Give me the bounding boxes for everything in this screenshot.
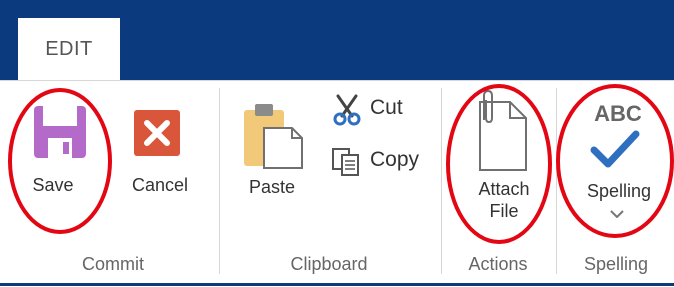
copy-label: Copy — [370, 148, 420, 171]
spelling-button[interactable]: ABC Spelling — [566, 90, 670, 240]
copy-button[interactable]: Copy — [326, 146, 430, 180]
cancel-icon — [134, 110, 180, 156]
group-separator — [556, 88, 557, 274]
attach-file-button[interactable]: Attach File — [454, 90, 550, 240]
attach-file-icon — [479, 90, 527, 171]
chevron-down-icon[interactable] — [610, 210, 624, 218]
cancel-label: Cancel — [131, 175, 189, 195]
paste-button[interactable]: Paste — [236, 96, 312, 206]
save-icon — [34, 106, 86, 158]
save-label: Save — [32, 175, 74, 195]
spelling-icon — [590, 130, 640, 168]
group-separator — [441, 88, 442, 274]
paste-label: Paste — [248, 177, 296, 197]
tab-edit[interactable]: EDIT — [18, 18, 120, 80]
group-label-clipboard: Clipboard — [290, 254, 368, 274]
group-label-actions: Actions — [468, 254, 528, 274]
cut-label: Cut — [370, 96, 403, 119]
spelling-label: Spelling — [586, 181, 652, 201]
paste-icon — [244, 104, 303, 169]
group-separator — [219, 88, 220, 274]
group-label-commit: Commit — [82, 254, 144, 274]
group-label-spelling: Spelling — [583, 254, 649, 274]
save-button[interactable]: Save — [18, 96, 104, 206]
copy-icon — [332, 148, 359, 176]
cut-button[interactable]: Cut — [326, 94, 416, 128]
spelling-abc-text: ABC — [594, 101, 642, 126]
attach-file-label-line1: Attach — [478, 179, 530, 199]
attach-file-label-line2: File — [489, 201, 519, 221]
cancel-button[interactable]: Cancel — [118, 96, 204, 206]
cut-icon — [333, 94, 361, 126]
